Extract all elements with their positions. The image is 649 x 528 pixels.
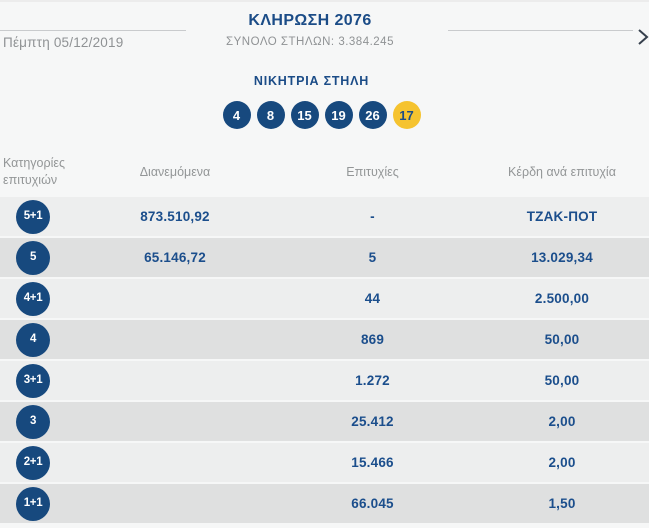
winners-value: -: [370, 209, 375, 224]
header-center: ΚΛΗΡΩΣΗ 2076 ΣΥΝΟΛΟ ΣΤΗΛΩΝ: 3.384.245: [0, 2, 620, 48]
winning-number-ball: 15: [290, 101, 319, 129]
prize-value: 2.500,00: [534, 291, 590, 306]
winners-value: 66.045: [351, 496, 394, 511]
category-badge: 1+1: [16, 486, 50, 521]
table-row: 5+1 873.510,92 - ΤΖΑΚ-ΠΟΤ: [0, 197, 649, 236]
winning-column-label: ΝΙΚΗΤΡΙΑ ΣΤΗΛΗ: [253, 74, 370, 88]
prize-value: 2,00: [548, 414, 576, 429]
prize-value: 2,00: [548, 455, 576, 470]
category-badge: 5+1: [16, 199, 50, 234]
table-row: 2+1 15.466 2,00: [0, 443, 649, 482]
table-row: 4 869 50,00: [0, 320, 649, 359]
distributed-value: 873.510,92: [140, 209, 210, 224]
distributed-value: 65.146,72: [144, 250, 206, 265]
table-row: 3 25.412 2,00: [0, 402, 649, 441]
category-badge: 5: [16, 240, 50, 275]
winners-value: 44: [364, 291, 381, 306]
winners-value: 15.466: [351, 455, 394, 470]
category-badge: 2+1: [16, 445, 50, 480]
prize-table-header: Κατηγορίες επιτυχιών Διανεμόμενα Επιτυχί…: [0, 147, 649, 197]
header-prize: Κέρδη ανά επιτυχία: [508, 165, 616, 179]
winners-value: 25.412: [351, 414, 394, 429]
winning-number-ball: 8: [256, 101, 285, 129]
category-badge: 3: [16, 404, 50, 439]
draw-title: ΚΛΗΡΩΣΗ 2076: [248, 12, 372, 29]
table-row: 4+1 44 2.500,00: [0, 279, 649, 318]
table-row: 1+1 66.045 1,50: [0, 484, 649, 523]
prize-value: 1,50: [548, 496, 576, 511]
prize-value: 50,00: [544, 373, 580, 388]
joker-number-ball: 17: [392, 101, 421, 129]
table-row: 5 65.146,72 5 13.029,34: [0, 238, 649, 277]
category-badge: 3+1: [16, 363, 50, 398]
winners-value: 1.272: [355, 373, 390, 388]
draw-results-panel: Πέμπτη 05/12/2019 ΚΛΗΡΩΣΗ 2076 ΣΥΝΟΛΟ ΣΤ…: [0, 0, 649, 528]
category-badge: 4: [16, 322, 50, 357]
category-badge: 4+1: [16, 281, 50, 316]
winning-numbers: 4 8 15 19 26 17: [0, 101, 643, 129]
winners-value: 869: [360, 332, 385, 347]
table-row: 3+1 1.272 50,00: [0, 361, 649, 400]
winning-number-ball: 4: [222, 101, 251, 129]
winners-value: 5: [368, 250, 377, 265]
prize-value: 13.029,34: [531, 250, 593, 265]
draw-subtitle: ΣΥΝΟΛΟ ΣΤΗΛΩΝ: 3.384.245: [226, 36, 394, 48]
winning-number-ball: 19: [324, 101, 353, 129]
header-category: Κατηγορίες επιτυχιών: [3, 156, 65, 187]
header-distributed: Διανεμόμενα: [139, 165, 211, 179]
prize-table: Κατηγορίες επιτυχιών Διανεμόμενα Επιτυχί…: [0, 147, 649, 525]
prize-value: ΤΖΑΚ-ΠΟΤ: [526, 209, 598, 224]
prize-value: 50,00: [544, 332, 580, 347]
winning-number-ball: 26: [358, 101, 387, 129]
next-draw-button[interactable]: [635, 27, 649, 47]
chevron-right-icon: [636, 29, 649, 50]
header-winners: Επιτυχίες: [346, 165, 399, 179]
